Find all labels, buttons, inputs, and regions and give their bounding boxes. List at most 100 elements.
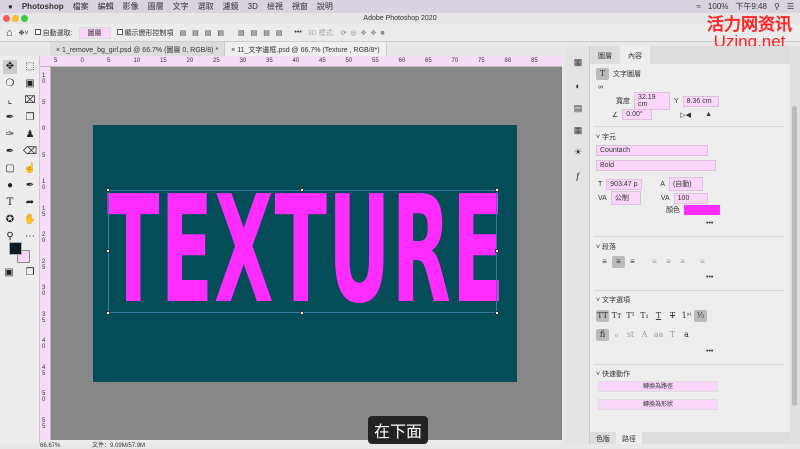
- more-options[interactable]: •••: [294, 29, 301, 36]
- list-icon[interactable]: ☰: [787, 2, 794, 11]
- marquee-tool-icon[interactable]: ⬚: [23, 60, 37, 74]
- menu-filter[interactable]: 濾鏡: [223, 1, 239, 12]
- transform-bounding-box[interactable]: [106, 188, 499, 315]
- convert-to-shape-button[interactable]: 轉換為形狀: [598, 399, 718, 410]
- crop-tool-icon[interactable]: ⌞: [3, 94, 17, 108]
- clock[interactable]: 下午9:48: [735, 1, 767, 12]
- home-icon[interactable]: ⌂: [6, 27, 13, 39]
- font-size-input[interactable]: 903.47 p: [606, 178, 643, 190]
- tab-paths[interactable]: 路徑: [616, 432, 642, 444]
- justify-all-icon[interactable]: ≡: [696, 256, 709, 268]
- superscript-icon[interactable]: T¹: [624, 310, 637, 322]
- transform-handle[interactable]: [106, 311, 110, 315]
- brush-tool-icon[interactable]: ✑: [3, 128, 17, 142]
- frame-tool-icon[interactable]: ⌧: [23, 94, 37, 108]
- ordinal-box-icon[interactable]: a: [680, 329, 693, 341]
- align-right-icon[interactable]: ≡: [626, 256, 639, 268]
- healing-tool-icon[interactable]: ❐: [23, 111, 37, 125]
- auto-select-checkbox[interactable]: 自動選取:: [34, 28, 73, 38]
- justify-right-icon[interactable]: ≡: [676, 256, 689, 268]
- scroll-thumb[interactable]: [792, 106, 797, 406]
- 3d-tools-icons[interactable]: ⟳◎✥✥■: [341, 29, 389, 37]
- align-center-icon[interactable]: ≡: [612, 256, 625, 268]
- underline-icon[interactable]: T: [652, 310, 665, 322]
- zoom-button[interactable]: [21, 15, 28, 22]
- character-more[interactable]: •••: [706, 220, 713, 227]
- type-tool-icon[interactable]: T: [3, 196, 17, 210]
- all-caps-icon[interactable]: TT: [596, 310, 609, 322]
- shape-tool-icon[interactable]: ✪: [3, 213, 17, 227]
- character-section-title[interactable]: ˅ 字元: [596, 132, 616, 142]
- align-icons[interactable]: ▤▤▤▤ ▤▤▤▤: [180, 29, 289, 37]
- search-icon[interactable]: ⚲: [774, 2, 780, 11]
- width-input[interactable]: 32.19 cm: [634, 92, 670, 110]
- more-tools-icon[interactable]: ⋯: [23, 230, 37, 244]
- foreground-color[interactable]: [9, 242, 22, 255]
- contextual-alternates-icon[interactable]: T: [666, 329, 679, 341]
- text-options-section-title[interactable]: ˅ 文字選項: [596, 295, 630, 305]
- brush-settings-icon[interactable]: ☀: [572, 146, 584, 158]
- show-transform-checkbox[interactable]: 顯示變形控制項: [116, 28, 174, 38]
- ordinals-icon[interactable]: 1ˢᵗ: [680, 310, 693, 322]
- menu-view[interactable]: 檢視: [267, 1, 283, 12]
- text-options-more[interactable]: •••: [706, 348, 713, 355]
- transform-handle[interactable]: [300, 188, 304, 192]
- kerning-input[interactable]: 公制: [610, 191, 641, 205]
- close-button[interactable]: [3, 15, 10, 22]
- apple-menu[interactable]: ●: [8, 2, 13, 11]
- titling-alternates-icon[interactable]: aa: [652, 329, 665, 341]
- stylistic-alternates-icon[interactable]: A: [638, 329, 651, 341]
- libraries-icon[interactable]: ▤: [572, 102, 584, 114]
- transform-handle[interactable]: [300, 311, 304, 315]
- flip-v-icon[interactable]: ▲: [705, 111, 712, 118]
- transform-handle[interactable]: [106, 188, 110, 192]
- tab-channels[interactable]: 色版: [590, 432, 616, 444]
- menu-edit[interactable]: 編輯: [98, 1, 114, 12]
- transform-handle[interactable]: [495, 311, 499, 315]
- y-input[interactable]: 8.36 cm: [682, 95, 719, 107]
- adjustments-icon[interactable]: ◐: [572, 80, 584, 92]
- menu-help[interactable]: 說明: [317, 1, 333, 12]
- pen-tool-icon[interactable]: ✒: [23, 179, 37, 193]
- smudge-tool-icon[interactable]: ☝: [23, 162, 37, 176]
- swatches-icon[interactable]: ▦: [572, 124, 584, 136]
- subscript-icon[interactable]: T₁: [638, 310, 651, 322]
- font-style-dropdown[interactable]: Bold: [596, 160, 716, 171]
- dodge-tool-icon[interactable]: ●: [3, 179, 17, 193]
- leading-input[interactable]: (自動): [668, 177, 703, 191]
- menu-file[interactable]: 檔案: [73, 1, 89, 12]
- stamp-tool-icon[interactable]: ♟: [23, 128, 37, 142]
- menu-select[interactable]: 選取: [198, 1, 214, 12]
- quick-actions-section-title[interactable]: ˅ 快速動作: [596, 369, 630, 379]
- quick-mask-icon[interactable]: ▣: [2, 266, 16, 280]
- history-brush-icon[interactable]: ✒: [3, 145, 17, 159]
- move-tool-icon[interactable]: ✥: [3, 60, 17, 74]
- glyphs-icon[interactable]: ƒ: [572, 170, 584, 182]
- tab-remove-bg[interactable]: × 1_remove_bg_girl.psd @ 66.7% (圖層 0, RG…: [50, 42, 226, 56]
- color-swatch[interactable]: [684, 205, 720, 215]
- transform-handle[interactable]: [495, 188, 499, 192]
- link-icon[interactable]: ∞: [598, 84, 603, 91]
- align-left-icon[interactable]: ≡: [598, 256, 611, 268]
- path-select-tool-icon[interactable]: ➦: [23, 196, 37, 210]
- lasso-tool-icon[interactable]: ❍: [3, 77, 17, 91]
- hand-tool-icon[interactable]: ✋: [23, 213, 37, 227]
- convert-to-path-button[interactable]: 轉換為路徑: [598, 381, 718, 392]
- menu-type[interactable]: 文字: [173, 1, 189, 12]
- paragraph-more[interactable]: •••: [706, 274, 713, 281]
- fractions-icon[interactable]: ½: [694, 310, 707, 322]
- screen-mode-icon[interactable]: ❐: [23, 266, 37, 280]
- auto-select-dropdown[interactable]: 圖層: [78, 26, 111, 39]
- menu-image[interactable]: 影像: [123, 1, 139, 12]
- tab-layers[interactable]: 圖層: [590, 46, 620, 64]
- paragraph-section-title[interactable]: ˅ 段落: [596, 242, 616, 252]
- tab-properties[interactable]: 內容: [620, 46, 650, 64]
- object-select-tool-icon[interactable]: ▣: [23, 77, 37, 91]
- tracking-input[interactable]: 100: [673, 192, 708, 204]
- strikethrough-icon[interactable]: T: [666, 310, 679, 322]
- swash-icon[interactable]: st: [624, 329, 637, 341]
- eyedropper-tool-icon[interactable]: ✒: [3, 111, 17, 125]
- wifi-icon[interactable]: ≈: [697, 2, 701, 11]
- discretionary-ligatures-icon[interactable]: ℴ: [610, 329, 623, 341]
- move-tool-icon[interactable]: ✥˅: [19, 29, 29, 37]
